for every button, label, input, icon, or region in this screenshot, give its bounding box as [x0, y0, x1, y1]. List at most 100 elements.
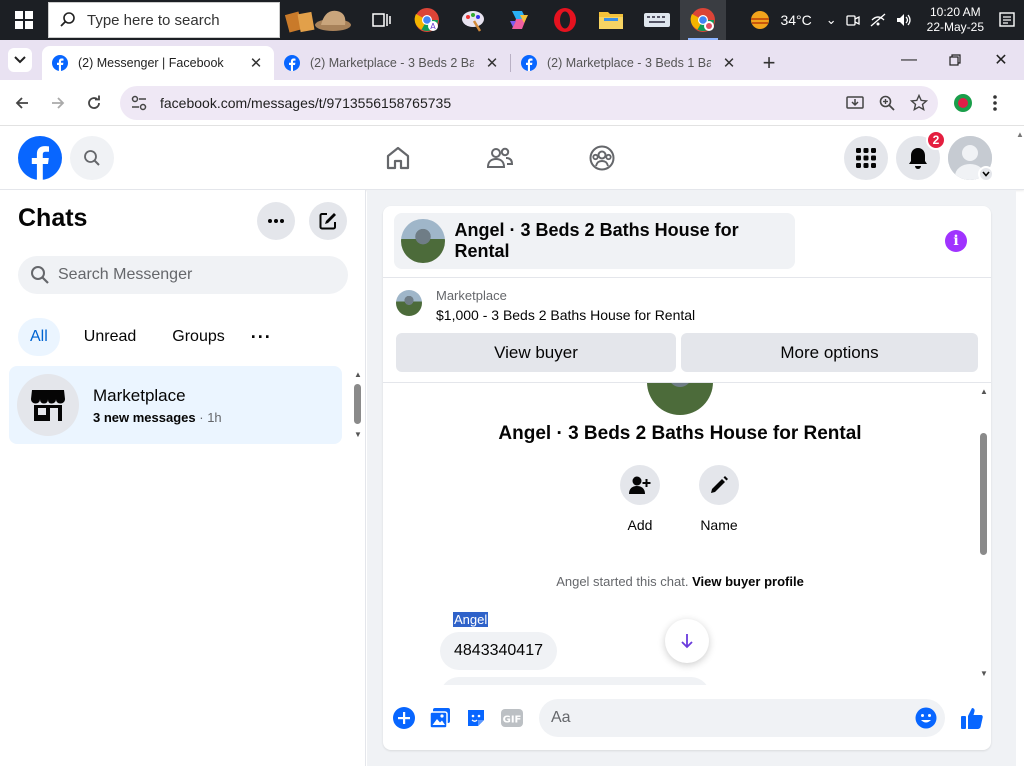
conversation-info-icon[interactable]: i: [945, 230, 967, 252]
tab-messenger[interactable]: (2) Messenger | Facebook ✕: [42, 46, 274, 80]
view-buyer-button[interactable]: View buyer: [396, 333, 676, 372]
profile-extension-icon[interactable]: [952, 92, 974, 114]
scrollbar-thumb[interactable]: [354, 384, 361, 424]
message-thread[interactable]: Angel · 3 Beds 2 Baths House for Rental …: [383, 383, 991, 685]
close-window-icon[interactable]: ✕: [978, 40, 1024, 80]
windows-start-button[interactable]: [0, 0, 48, 40]
notifications-button[interactable]: 2: [896, 130, 946, 180]
browser-menu-icon[interactable]: [992, 94, 998, 112]
tab-title: (2) Marketplace - 3 Beds 2 Baths: [310, 56, 474, 70]
taskbar-app-icons-decoration[interactable]: [282, 0, 358, 40]
filter-unread[interactable]: Unread: [72, 318, 148, 356]
message-input-box[interactable]: [539, 698, 945, 737]
chevron-up-icon[interactable]: ⌄: [826, 12, 837, 28]
chats-options-button[interactable]: [257, 202, 295, 240]
back-button[interactable]: [4, 85, 40, 121]
search-icon: [60, 12, 75, 27]
facebook-favicon-icon: [52, 55, 68, 71]
menu-button[interactable]: [844, 136, 888, 180]
emoji-icon[interactable]: [915, 707, 937, 729]
nav-groups[interactable]: [584, 140, 620, 176]
message-bubble[interactable]: 4843340417: [440, 632, 557, 670]
page-scrollbar[interactable]: ▲: [1016, 126, 1024, 766]
close-tab-icon[interactable]: ✕: [248, 54, 264, 72]
grid-menu-icon: [856, 148, 876, 168]
chrome-icon: [690, 8, 715, 32]
thread-scrollbar[interactable]: ▲ ▼: [977, 383, 991, 685]
chevron-down-icon: [14, 56, 26, 64]
facebook-search-button[interactable]: [70, 136, 114, 180]
nav-friends[interactable]: [482, 140, 518, 176]
view-buyer-profile-link[interactable]: View buyer profile: [692, 574, 804, 589]
scroll-to-bottom-button[interactable]: [665, 619, 709, 663]
conversation-time: 1h: [207, 409, 222, 425]
reload-button[interactable]: [76, 85, 112, 121]
tab-marketplace-1-bath[interactable]: (2) Marketplace - 3 Beds 1 Bath ✕: [511, 46, 747, 80]
tab-search-button[interactable]: [8, 48, 32, 72]
close-tab-icon[interactable]: ✕: [721, 54, 737, 72]
address-bar[interactable]: facebook.com/messages/t/9713556158765735: [120, 85, 938, 120]
opera-icon: [554, 8, 576, 32]
more-filters-button[interactable]: ···: [241, 318, 282, 356]
nav-home[interactable]: [380, 140, 416, 176]
messenger-search-input[interactable]: [58, 266, 328, 284]
storefront-icon: [31, 390, 65, 421]
taskbar-opera-app[interactable]: [542, 0, 588, 40]
scroll-up-arrow-icon[interactable]: ▲: [354, 370, 362, 379]
sticker-button[interactable]: [463, 705, 489, 731]
scroll-up-arrow-icon[interactable]: ▲: [1016, 130, 1024, 139]
filter-groups[interactable]: Groups: [160, 318, 236, 356]
minimize-icon[interactable]: —: [886, 40, 932, 80]
attach-photo-button[interactable]: [427, 705, 453, 731]
conversation-header[interactable]: Angel · 3 Beds 2 Baths House for Rental: [394, 213, 795, 269]
scrollbar-thumb[interactable]: [980, 433, 987, 555]
gif-button[interactable]: GIF: [499, 705, 525, 731]
conversation-panel: Angel · 3 Beds 2 Baths House for Rental …: [383, 206, 991, 750]
network-icon[interactable]: [869, 12, 887, 28]
volume-icon[interactable]: [895, 12, 913, 28]
scroll-up-arrow-icon[interactable]: ▲: [980, 387, 988, 396]
taskbar-copilot-app[interactable]: [496, 0, 542, 40]
account-chevron[interactable]: [978, 166, 994, 182]
messenger-search[interactable]: [18, 256, 348, 294]
account-button[interactable]: [948, 136, 994, 182]
notification-center-icon[interactable]: [998, 11, 1016, 29]
taskbar-chrome-profile[interactable]: A: [404, 0, 450, 40]
facebook-favicon-icon: [521, 55, 537, 71]
scroll-down-arrow-icon[interactable]: ▼: [354, 430, 362, 439]
install-app-icon[interactable]: [846, 94, 864, 112]
more-horizontal-icon: [268, 219, 284, 223]
chats-scrollbar[interactable]: ▲ ▼: [352, 370, 364, 440]
filter-all[interactable]: All: [18, 318, 60, 356]
conversation-item-marketplace[interactable]: Marketplace 3 new messages · 1h: [9, 366, 342, 444]
task-view-button[interactable]: [358, 0, 404, 40]
bookmark-star-icon[interactable]: [910, 93, 928, 112]
listing-summary[interactable]: Marketplace $1,000 - 3 Beds 2 Baths Hous…: [396, 288, 695, 323]
message-bubble-partial[interactable]: [440, 677, 710, 685]
zoom-icon[interactable]: [878, 94, 896, 112]
restore-icon[interactable]: [932, 40, 978, 80]
like-button[interactable]: [957, 703, 987, 733]
system-clock[interactable]: 10:20 AM 22-May-25: [927, 5, 984, 35]
nickname-action[interactable]: Name: [679, 465, 759, 533]
new-message-button[interactable]: [309, 202, 347, 240]
tab-marketplace-2-baths[interactable]: (2) Marketplace - 3 Beds 2 Baths ✕: [274, 46, 510, 80]
scroll-down-arrow-icon[interactable]: ▼: [980, 669, 988, 678]
more-options-button[interactable]: More options: [681, 333, 978, 372]
meet-now-icon[interactable]: [845, 12, 861, 28]
taskbar-paint-app[interactable]: [450, 0, 496, 40]
taskbar-search-box[interactable]: Type here to search: [48, 2, 280, 38]
taskbar-file-explorer[interactable]: [588, 0, 634, 40]
message-input[interactable]: [551, 708, 915, 727]
new-tab-button[interactable]: +: [755, 49, 783, 77]
weather-widget[interactable]: 34°C: [748, 9, 812, 31]
facebook-logo[interactable]: [18, 136, 62, 180]
more-actions-button[interactable]: [391, 705, 417, 731]
add-people-action[interactable]: Add: [600, 465, 680, 533]
taskbar-keyboard-app[interactable]: [634, 0, 680, 40]
url-text: facebook.com/messages/t/9713556158765735: [160, 94, 452, 111]
taskbar-chrome-active[interactable]: [680, 0, 726, 40]
site-info-icon[interactable]: [130, 94, 148, 112]
forward-button[interactable]: [40, 85, 76, 121]
close-tab-icon[interactable]: ✕: [484, 54, 500, 72]
